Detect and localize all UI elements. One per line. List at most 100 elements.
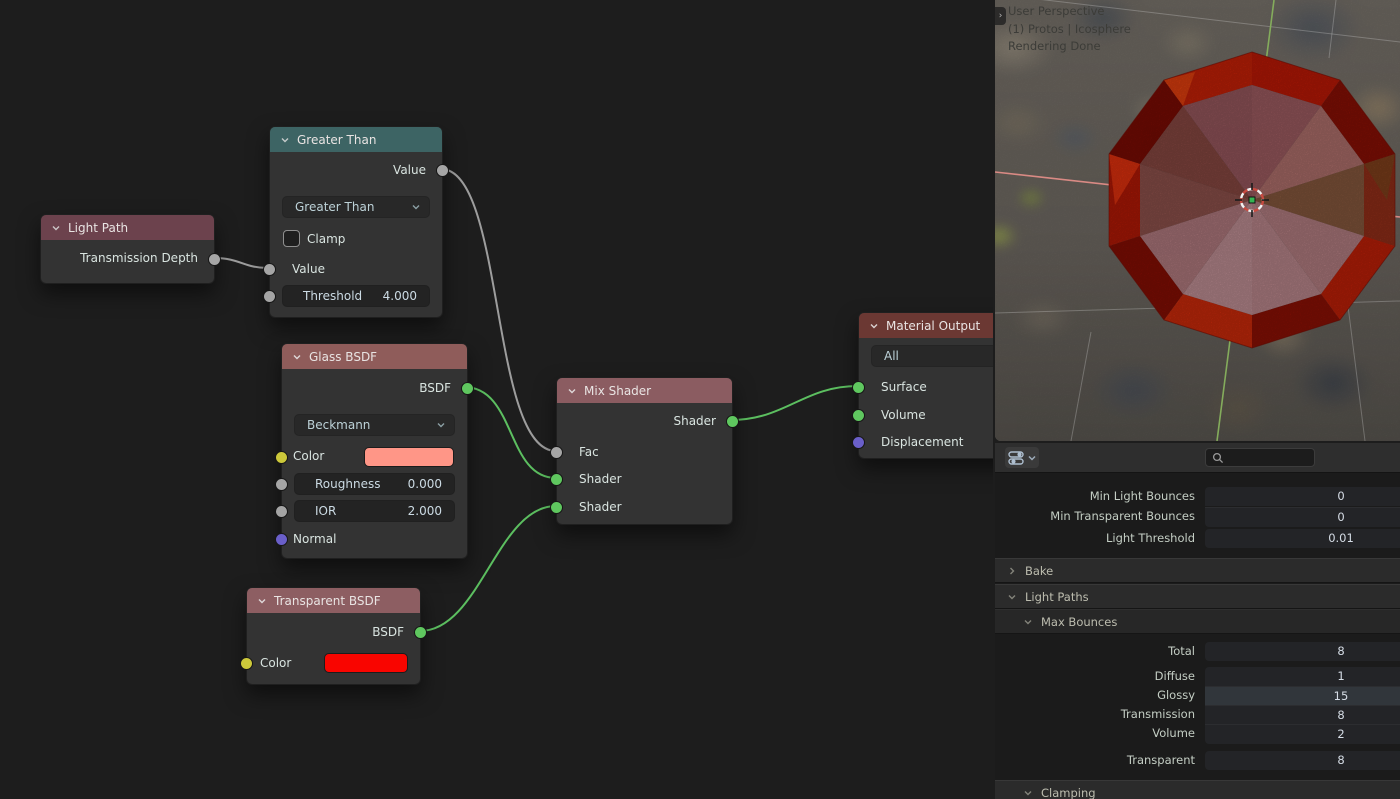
socket-color-input[interactable] xyxy=(275,451,288,464)
socket-bsdf-output[interactable] xyxy=(414,626,427,639)
subpanel-header-clamping[interactable]: Clamping xyxy=(995,780,1400,799)
socket-color-input[interactable] xyxy=(240,657,253,670)
socket-volume-input[interactable] xyxy=(852,409,865,422)
socket-threshold-input[interactable] xyxy=(263,290,276,303)
socket-shader1-input[interactable] xyxy=(550,473,563,486)
ior-label: IOR xyxy=(315,504,337,518)
toolbar-toggle-arrow[interactable]: › xyxy=(995,7,1006,25)
link-lightpath-to-greaterthan[interactable] xyxy=(213,257,269,269)
node-material-output-header[interactable]: Material Output xyxy=(859,313,993,338)
socket-shader2-input[interactable] xyxy=(550,501,563,514)
collapse-chevron-icon[interactable] xyxy=(292,352,302,362)
collapse-chevron-icon[interactable] xyxy=(51,223,61,233)
row-label: Transparent xyxy=(1126,753,1195,767)
properties-search-field[interactable] xyxy=(1205,448,1315,467)
output-label-bsdf: BSDF xyxy=(372,625,404,639)
row-label: Light Threshold xyxy=(1105,531,1195,545)
socket-value-input[interactable] xyxy=(263,263,276,276)
node-greater-than-header[interactable]: Greater Than xyxy=(270,127,442,152)
socket-bsdf-output[interactable] xyxy=(461,382,474,395)
distribution-value: Beckmann xyxy=(307,418,371,432)
output-label-bsdf: BSDF xyxy=(419,381,451,395)
distribution-dropdown[interactable]: Beckmann xyxy=(294,414,455,436)
node-glass-header[interactable]: Glass BSDF xyxy=(282,344,467,369)
roughness-label: Roughness xyxy=(315,477,381,491)
light-threshold-field[interactable]: 0.01 xyxy=(1205,529,1400,548)
total-row: Total 8 xyxy=(995,642,1400,661)
row-label: Min Transparent Bounces xyxy=(1050,509,1195,523)
socket-normal-input[interactable] xyxy=(275,533,288,546)
operation-dropdown[interactable]: Greater Than xyxy=(282,196,430,218)
diffuse-row: Diffuse 1 xyxy=(995,667,1400,686)
node-transparent-bsdf[interactable]: Transparent BSDF BSDF Color xyxy=(240,587,427,685)
node-mix-header[interactable]: Mix Shader xyxy=(557,378,732,403)
glass-color-swatch[interactable] xyxy=(364,447,454,467)
panel-label-bake: Bake xyxy=(1025,563,1054,578)
output-target-dropdown[interactable]: All xyxy=(871,345,993,367)
min-transparent-bounces-field[interactable]: 0 xyxy=(1205,507,1400,527)
collapse-chevron-icon[interactable] xyxy=(567,386,577,396)
collapse-chevron-icon[interactable] xyxy=(257,596,267,606)
panel-header-light-paths[interactable]: Light Paths xyxy=(995,584,1400,609)
socket-displacement-input[interactable] xyxy=(852,436,865,449)
render-status-text: Rendering Done xyxy=(1008,39,1101,53)
node-greater-than[interactable]: Greater Than Value Greater Than Clamp Va… xyxy=(263,126,449,318)
editor-type-chevron-icon xyxy=(1027,455,1036,461)
transmission-field[interactable]: 8 xyxy=(1205,705,1400,725)
transparent-color-swatch[interactable] xyxy=(324,653,408,673)
clamp-checkbox[interactable] xyxy=(283,230,300,247)
node-light-path-header[interactable]: Light Path xyxy=(41,215,214,240)
properties-editor[interactable]: Min Light Bounces 0 Min Transparent Boun… xyxy=(995,443,1400,799)
socket-fac-input[interactable] xyxy=(550,446,563,459)
panel-header-bake[interactable]: Bake xyxy=(995,558,1400,583)
diffuse-field[interactable]: 1 xyxy=(1205,667,1400,686)
panel-collapsed-chevron-icon xyxy=(1010,567,1015,574)
threshold-field[interactable]: Threshold 4.000 xyxy=(282,285,430,307)
dropdown-chevron-icon xyxy=(412,205,420,210)
ior-field[interactable]: IOR 2.000 xyxy=(294,500,455,522)
dropdown-chevron-icon xyxy=(437,423,445,428)
input-label-surface: Surface xyxy=(881,380,927,394)
output-label-value: Value xyxy=(393,163,426,177)
roughness-value: 0.000 xyxy=(407,477,442,491)
link-glass-to-mix-shader1[interactable] xyxy=(463,386,557,479)
node-light-path[interactable]: Light Path Transmission Depth xyxy=(40,214,221,284)
min-light-bounces-field[interactable]: 0 xyxy=(1205,487,1400,506)
socket-transmission-depth-output[interactable] xyxy=(208,253,221,266)
node-transparent-header[interactable]: Transparent BSDF xyxy=(247,588,420,613)
node-glass-bsdf[interactable]: Glass BSDF BSDF Beckmann Color Roughness… xyxy=(275,343,474,559)
subpanel-header-max-bounces[interactable]: Max Bounces xyxy=(995,609,1400,634)
roughness-field[interactable]: Roughness 0.000 xyxy=(294,473,455,495)
row-label: Volume xyxy=(1152,726,1195,740)
socket-shader-output[interactable] xyxy=(726,415,739,428)
socket-ior-input[interactable] xyxy=(275,505,288,518)
panel-expanded-chevron-icon xyxy=(1008,594,1016,599)
transparent-field[interactable]: 8 xyxy=(1205,751,1400,770)
total-field[interactable]: 8 xyxy=(1205,642,1400,661)
normal-label: Normal xyxy=(293,532,337,546)
properties-editor-icon xyxy=(1007,451,1024,465)
viewport-render xyxy=(995,0,1400,441)
node-title: Mix Shader xyxy=(584,383,652,398)
node-title: Light Path xyxy=(68,220,129,235)
subpanel-expanded-chevron-icon xyxy=(1024,619,1032,624)
socket-roughness-input[interactable] xyxy=(275,478,288,491)
output-label-transmission-depth: Transmission Depth xyxy=(80,251,198,265)
shader-node-editor[interactable]: Light Path Transmission Depth Greater Th… xyxy=(0,0,993,799)
glossy-field[interactable]: 15 xyxy=(1205,686,1400,706)
socket-surface-input[interactable] xyxy=(852,381,865,394)
node-material-output[interactable]: Material Output All Surface Volume Displ… xyxy=(852,312,993,459)
node-mix-shader[interactable]: Mix Shader Shader Fac Shader Shader xyxy=(550,377,739,525)
transparent-row: Transparent 8 xyxy=(995,751,1400,770)
editor-type-button[interactable] xyxy=(1005,447,1039,468)
collapse-chevron-icon[interactable] xyxy=(280,135,290,145)
volume-row: Volume 2 xyxy=(995,724,1400,744)
row-label: Total xyxy=(1168,644,1195,658)
collapse-chevron-icon[interactable] xyxy=(869,321,879,331)
link-mix-to-output-surface[interactable] xyxy=(729,385,859,421)
3d-viewport[interactable]: User Perspective (1) Protos | Icosphere … xyxy=(995,0,1400,441)
socket-value-output[interactable] xyxy=(436,164,449,177)
volume-field[interactable]: 2 xyxy=(1205,724,1400,744)
input-label-shader1: Shader xyxy=(579,472,622,486)
subpanel-expanded-chevron-icon xyxy=(1024,790,1032,795)
